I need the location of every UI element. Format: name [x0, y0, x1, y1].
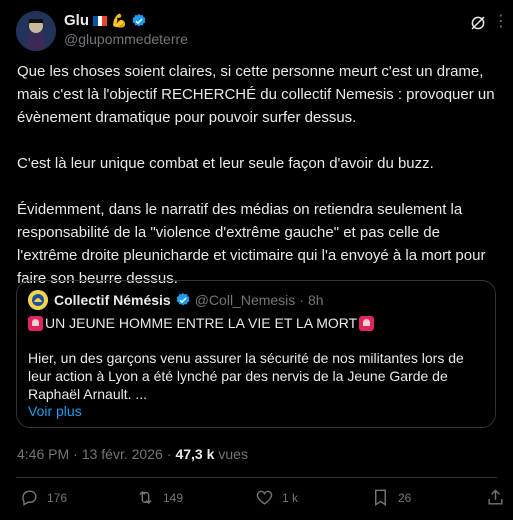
repost-button[interactable]: 149	[136, 488, 183, 507]
siren-icon	[359, 315, 375, 331]
action-bar: 176 149 1 k 26	[0, 488, 513, 510]
quote-title: UN JEUNE HOMME ENTRE LA VIE ET LA MORT	[28, 315, 375, 331]
author-display-name[interactable]: Glu	[64, 12, 89, 29]
repost-icon	[139, 490, 152, 505]
quote-text: Hier, un des garçons venu assurer la séc…	[28, 350, 464, 402]
meta-separator: ·	[73, 446, 78, 462]
divider	[16, 477, 497, 478]
tweet-date[interactable]: 13 févr. 2026	[82, 446, 163, 462]
muscle-emoji: 💪	[111, 12, 128, 28]
author-avatar[interactable]	[16, 11, 56, 51]
meta-separator: ·	[166, 446, 172, 462]
heart-icon	[256, 490, 273, 505]
tweet-paragraph-2: C'est là leur unique combat et leur seul…	[17, 155, 434, 172]
views-count: 47,3 k	[175, 446, 215, 462]
reply-icon	[22, 490, 37, 506]
siren-icon	[28, 315, 43, 331]
views-label: vues	[218, 446, 248, 462]
tweet-paragraph-1: Que les choses soient claires, si cette …	[17, 63, 495, 126]
quote-header: Collectif Némésis @Coll_Nemesis · 8h	[54, 292, 324, 308]
show-more-link[interactable]: Voir plus	[28, 403, 82, 419]
tweet-paragraph-3: Évidemment, dans le narratif des médias …	[17, 201, 486, 287]
bookmark-button[interactable]: 26	[371, 488, 411, 507]
share-button[interactable]	[486, 488, 505, 507]
more-options-icon[interactable]: ⋮	[493, 12, 509, 32]
quoted-tweet[interactable]: Collectif Némésis @Coll_Nemesis · 8h UN …	[16, 280, 496, 428]
quote-separator: ·	[299, 292, 304, 308]
quote-time[interactable]: 8h	[308, 292, 324, 308]
tweet-card: Glu 💪 @glupommedeterre ⋮ Que les choses …	[0, 0, 513, 520]
author-name-row: Glu 💪	[64, 12, 147, 29]
share-icon	[488, 489, 503, 505]
reply-count: 176	[47, 490, 68, 505]
like-button[interactable]: 1 k	[255, 488, 298, 507]
quote-title-text: UN JEUNE HOMME ENTRE LA VIE ET LA MORT	[45, 315, 358, 331]
reply-button[interactable]: 176	[20, 488, 67, 507]
like-count: 1 k	[282, 490, 299, 505]
tweet-meta: 4:46 PM · 13 févr. 2026 · 47,3 k vues	[17, 446, 248, 462]
tweet-body: Que les choses soient claires, si cette …	[17, 60, 497, 313]
quote-handle[interactable]: @Coll_Nemesis	[195, 292, 296, 308]
tweet-time[interactable]: 4:46 PM	[17, 446, 69, 462]
repost-count: 149	[163, 490, 184, 505]
quote-display-name[interactable]: Collectif Némésis	[54, 292, 171, 308]
quote-avatar[interactable]	[28, 290, 48, 310]
grok-icon[interactable]	[469, 14, 487, 32]
bookmark-count: 26	[398, 490, 412, 505]
verified-badge-icon	[132, 13, 146, 26]
author-handle[interactable]: @glupommedeterre	[64, 31, 188, 47]
france-flag-icon	[93, 15, 108, 26]
bookmark-icon	[375, 489, 386, 506]
verified-badge-icon	[176, 293, 190, 306]
